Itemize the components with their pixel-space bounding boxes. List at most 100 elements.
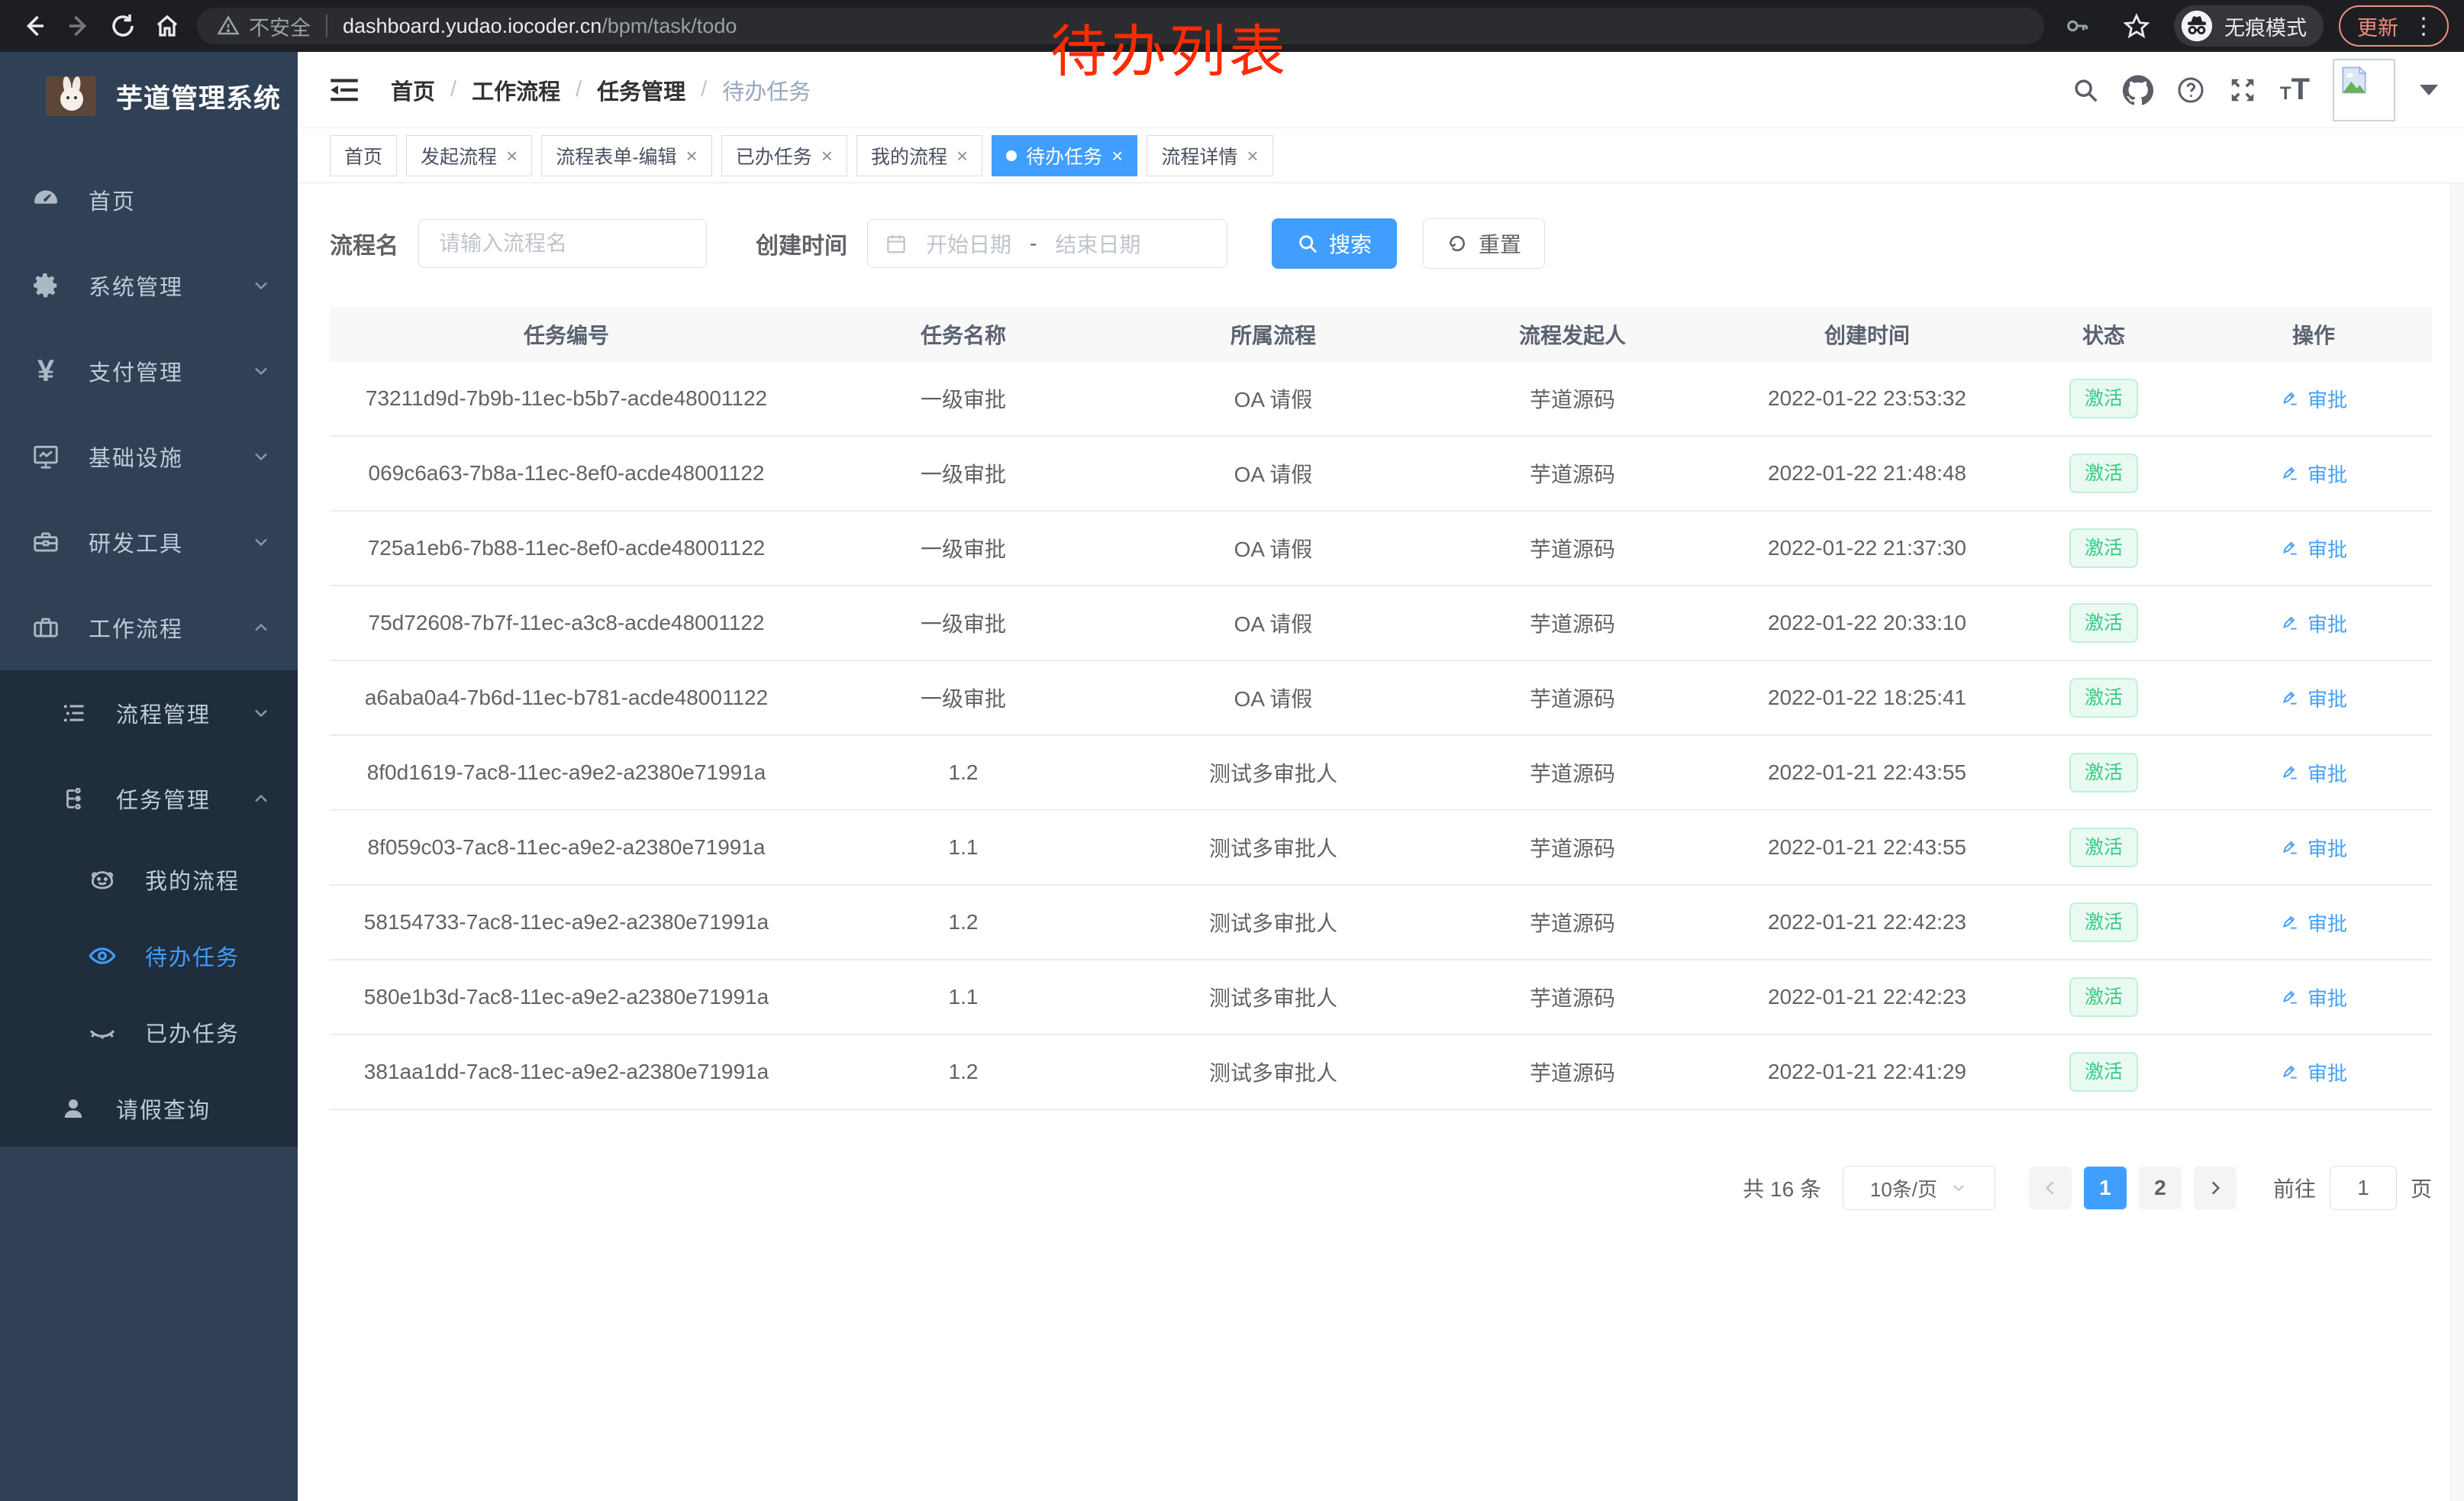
reset-button[interactable]: 重置 bbox=[1423, 218, 1545, 269]
sidebar-item-done-tasks[interactable]: 已办任务 bbox=[0, 994, 298, 1070]
tab-process-form-edit[interactable]: 流程表单-编辑 × bbox=[541, 135, 712, 176]
help-icon[interactable] bbox=[2176, 76, 2205, 105]
security-warning-icon bbox=[217, 15, 240, 37]
sidebar-item-process-management[interactable]: 流程管理 bbox=[0, 670, 298, 756]
close-icon[interactable]: × bbox=[686, 146, 698, 166]
browser-menu-icon[interactable]: ⋮ bbox=[2412, 13, 2435, 40]
sidebar-item-payment[interactable]: ¥ 支付管理 bbox=[0, 328, 298, 414]
cell-created: 2022-01-21 22:43:55 bbox=[1722, 835, 2012, 860]
search-icon[interactable] bbox=[2071, 76, 2100, 105]
sidebar-item-workflow[interactable]: 工作流程 bbox=[0, 585, 298, 670]
sidebar-item-label: 我的流程 bbox=[145, 863, 240, 896]
browser-back-icon[interactable] bbox=[12, 4, 56, 48]
password-key-icon[interactable] bbox=[2055, 4, 2099, 48]
font-size-icon[interactable]: TT bbox=[2280, 73, 2310, 107]
page-button-1[interactable]: 1 bbox=[2084, 1167, 2127, 1209]
next-page-button[interactable] bbox=[2194, 1167, 2237, 1209]
table-row: 8f059c03-7ac8-11ec-a9e2-a2380e71991a 1.1… bbox=[330, 811, 2432, 886]
date-range-picker[interactable]: 开始日期 - 结束日期 bbox=[867, 219, 1227, 268]
cell-task-id: 8f0d1619-7ac8-11ec-a9e2-a2380e71991a bbox=[330, 760, 803, 785]
approve-link[interactable]: 审批 bbox=[2195, 983, 2432, 1012]
sidebar-collapse-icon[interactable] bbox=[328, 76, 360, 105]
tab-start-process[interactable]: 发起流程 × bbox=[406, 135, 532, 176]
cell-task-id: 75d72608-7b7f-11ec-a3c8-acde48001122 bbox=[330, 611, 803, 635]
fullscreen-icon[interactable] bbox=[2228, 76, 2257, 105]
approve-link[interactable]: 审批 bbox=[2195, 385, 2432, 413]
briefcase-icon bbox=[29, 613, 63, 642]
tab-label: 待办任务 bbox=[1026, 142, 1102, 169]
browser-home-icon[interactable] bbox=[145, 4, 189, 48]
browser-update-button[interactable]: 更新 ⋮ bbox=[2339, 5, 2449, 47]
approve-label: 审批 bbox=[2308, 609, 2347, 638]
breadcrumb-current: 待办任务 bbox=[722, 74, 811, 106]
sidebar-item-task-management[interactable]: 任务管理 bbox=[0, 756, 298, 841]
col-initiator: 流程发起人 bbox=[1423, 319, 1722, 350]
gear-icon bbox=[29, 271, 63, 300]
yen-icon: ¥ bbox=[29, 354, 63, 389]
sidebar-item-infrastructure[interactable]: 基础设施 bbox=[0, 414, 298, 499]
avatar-dropdown-caret-icon[interactable] bbox=[2420, 85, 2438, 95]
cell-process: OA 请假 bbox=[1124, 608, 1423, 638]
sidebar-item-label: 待办任务 bbox=[145, 940, 240, 972]
breadcrumb-separator: / bbox=[576, 77, 582, 102]
search-button[interactable]: 搜索 bbox=[1272, 218, 1397, 269]
browser-reload-icon[interactable] bbox=[101, 4, 145, 48]
sidebar-item-system[interactable]: 系统管理 bbox=[0, 243, 298, 328]
app-logo-row[interactable]: 芋道管理系统 bbox=[0, 52, 298, 140]
sidebar-item-leave-query[interactable]: 请假查询 bbox=[0, 1070, 298, 1147]
status-badge: 激活 bbox=[2069, 1052, 2138, 1092]
range-separator: - bbox=[1030, 231, 1037, 256]
tab-my-process[interactable]: 我的流程 × bbox=[856, 135, 982, 176]
pagination-total: 共 16 条 bbox=[1743, 1173, 1821, 1203]
sidebar-item-my-process[interactable]: 我的流程 bbox=[0, 841, 298, 918]
approve-link[interactable]: 审批 bbox=[2195, 609, 2432, 638]
cell-process: OA 请假 bbox=[1124, 533, 1423, 563]
sidebar-item-home[interactable]: 首页 bbox=[0, 157, 298, 243]
approve-link[interactable]: 审批 bbox=[2195, 534, 2432, 563]
sidebar-item-todo-tasks[interactable]: 待办任务 bbox=[0, 918, 298, 994]
dashboard-icon bbox=[29, 186, 63, 215]
close-icon[interactable]: × bbox=[506, 146, 518, 166]
main-content: 流程名 创建时间 开始日期 - 结束日期 搜索 重置 任务编号 任务名称 所属流… bbox=[298, 183, 2464, 1501]
tab-home[interactable]: 首页 bbox=[330, 135, 397, 176]
prev-page-button[interactable] bbox=[2029, 1167, 2072, 1209]
start-date-placeholder: 开始日期 bbox=[926, 228, 1011, 259]
approve-link[interactable]: 审批 bbox=[2195, 834, 2432, 862]
tab-label: 发起流程 bbox=[421, 142, 497, 169]
page-size-select[interactable]: 10条/页 bbox=[1843, 1166, 1995, 1210]
breadcrumb-workflow[interactable]: 工作流程 bbox=[472, 74, 560, 106]
approve-label: 审批 bbox=[2308, 385, 2347, 413]
tab-todo-tasks[interactable]: 待办任务 × bbox=[992, 135, 1137, 176]
scrollbar[interactable] bbox=[2450, 52, 2464, 1501]
bookmark-star-icon[interactable] bbox=[2114, 4, 2159, 48]
col-status: 状态 bbox=[2012, 319, 2195, 350]
close-icon[interactable]: × bbox=[821, 146, 833, 166]
tab-process-detail[interactable]: 流程详情 × bbox=[1147, 135, 1272, 176]
cell-task-name: 1.2 bbox=[803, 910, 1124, 934]
col-created: 创建时间 bbox=[1722, 319, 2012, 350]
browser-forward-icon[interactable] bbox=[56, 4, 101, 48]
breadcrumb-separator: / bbox=[701, 77, 707, 102]
sidebar-item-dev-tools[interactable]: 研发工具 bbox=[0, 499, 298, 585]
sidebar-item-label: 已办任务 bbox=[145, 1016, 240, 1048]
app-logo bbox=[46, 76, 96, 116]
approve-link[interactable]: 审批 bbox=[2195, 759, 2432, 787]
approve-link[interactable]: 审批 bbox=[2195, 684, 2432, 712]
breadcrumb-home[interactable]: 首页 bbox=[391, 74, 435, 106]
page-button-2[interactable]: 2 bbox=[2139, 1167, 2182, 1209]
cell-process: OA 请假 bbox=[1124, 683, 1423, 713]
approve-link[interactable]: 审批 bbox=[2195, 909, 2432, 937]
approve-link[interactable]: 审批 bbox=[2195, 1058, 2432, 1086]
close-icon[interactable]: × bbox=[1111, 146, 1123, 166]
approve-link[interactable]: 审批 bbox=[2195, 460, 2432, 488]
cell-task-name: 1.2 bbox=[803, 760, 1124, 785]
goto-page-input[interactable] bbox=[2330, 1166, 2397, 1210]
cell-process: 测试多审批人 bbox=[1124, 907, 1423, 938]
tab-done-tasks[interactable]: 已办任务 × bbox=[721, 135, 847, 176]
process-name-input[interactable] bbox=[418, 219, 707, 268]
close-icon[interactable]: × bbox=[956, 146, 968, 166]
avatar[interactable] bbox=[2333, 59, 2395, 121]
breadcrumb-task-management[interactable]: 任务管理 bbox=[597, 74, 685, 106]
close-icon[interactable]: × bbox=[1247, 146, 1258, 166]
github-icon[interactable] bbox=[2123, 75, 2153, 105]
